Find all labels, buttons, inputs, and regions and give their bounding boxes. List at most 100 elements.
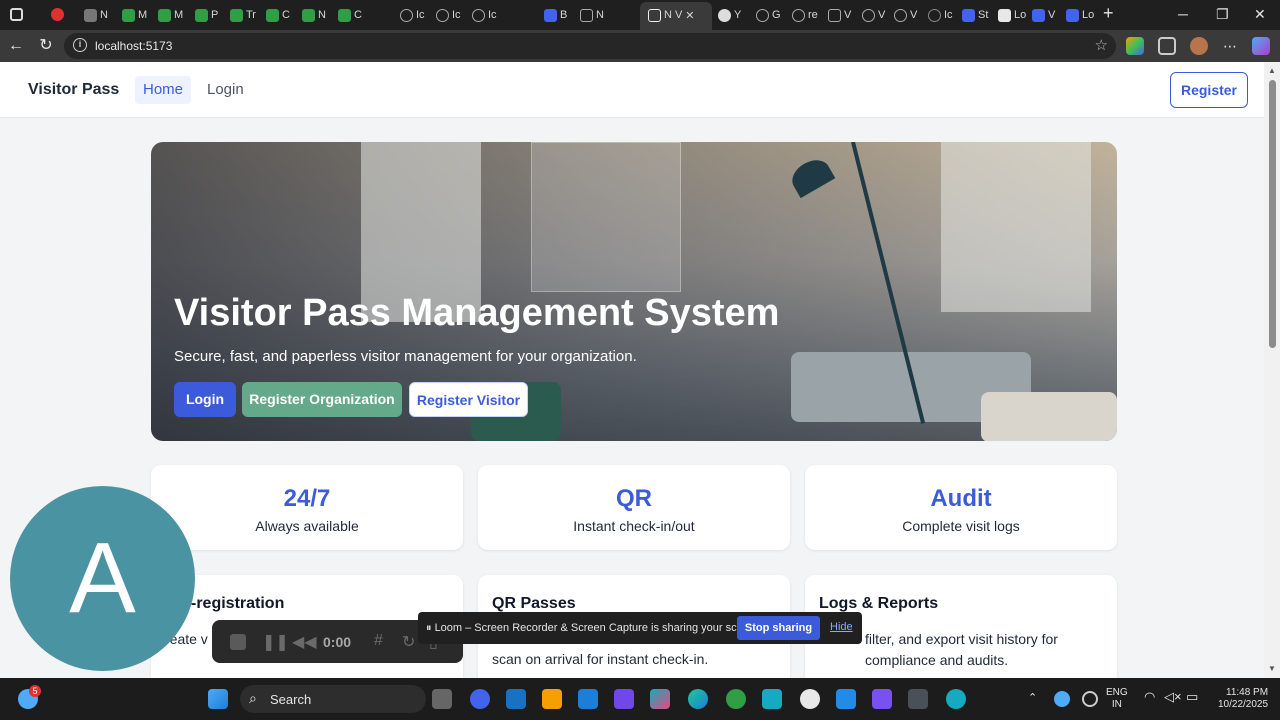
- profile-avatar[interactable]: [1190, 37, 1208, 55]
- back-icon[interactable]: ←: [6, 36, 26, 56]
- tab-label: V: [674, 9, 683, 21]
- restart-icon[interactable]: ↻: [402, 632, 415, 652]
- app-icon[interactable]: [506, 689, 526, 709]
- tab-10[interactable]: Ic: [436, 5, 461, 25]
- vscode-icon[interactable]: [836, 689, 856, 709]
- register-visitor-button[interactable]: Register Visitor: [409, 382, 528, 417]
- menu-dots-icon[interactable]: ⋯: [1220, 36, 1240, 56]
- volume-icon[interactable]: ◁×: [1164, 690, 1182, 703]
- task-view-icon[interactable]: [432, 689, 452, 709]
- tab-1[interactable]: N: [84, 5, 108, 25]
- app-icon[interactable]: [800, 689, 820, 709]
- browser-tab-strip: N M M P Tr C N C Ic Ic Ic B N N V ✕ Y G re…: [0, 0, 1280, 30]
- search-icon: ⌕: [249, 690, 257, 706]
- sidebar-toggle-icon[interactable]: [10, 8, 23, 21]
- tab-4[interactable]: P: [195, 5, 218, 25]
- teams-icon[interactable]: [614, 689, 634, 709]
- close-window-icon[interactable]: ✕: [1254, 6, 1266, 23]
- extensions-puzzle-icon[interactable]: [1158, 37, 1176, 55]
- share-message: ⏸ Loom – Screen Recorder & Screen Captur…: [426, 622, 762, 635]
- app-icon[interactable]: [872, 689, 892, 709]
- tab-20[interactable]: V: [828, 5, 851, 25]
- hero-shelf-shape: [981, 392, 1117, 441]
- minimize-icon[interactable]: ─: [1178, 6, 1188, 22]
- brand-logo[interactable]: Visitor Pass: [28, 81, 119, 99]
- store-icon[interactable]: [578, 689, 598, 709]
- taskbar-search[interactable]: ⌕ Search: [240, 685, 426, 713]
- tab-18[interactable]: G: [756, 5, 781, 25]
- restore-icon[interactable]: ❐: [1216, 6, 1229, 23]
- pause-icon[interactable]: ❚❚: [262, 632, 289, 652]
- start-icon[interactable]: [208, 689, 228, 709]
- hide-link[interactable]: Hide: [830, 621, 853, 633]
- tab-25[interactable]: Lo: [998, 5, 1026, 25]
- app-icon[interactable]: [946, 689, 966, 709]
- onedrive-icon[interactable]: [1054, 691, 1070, 707]
- wifi-icon[interactable]: ◠: [1144, 690, 1155, 703]
- tab-label: M: [174, 9, 184, 21]
- tab-9[interactable]: Ic: [400, 5, 425, 25]
- tab-label: Ic: [416, 9, 425, 21]
- tab-24[interactable]: St: [962, 5, 988, 25]
- battery-icon[interactable]: ▭: [1186, 690, 1198, 703]
- tab-2[interactable]: M: [122, 5, 147, 25]
- nav-home-link[interactable]: Home: [135, 76, 192, 104]
- tab-github[interactable]: Y: [718, 5, 741, 25]
- edge-icon[interactable]: [688, 689, 708, 709]
- register-button[interactable]: Register: [1170, 72, 1248, 108]
- tab-3[interactable]: M: [158, 5, 183, 25]
- tab-active[interactable]: N V ✕: [648, 5, 695, 25]
- scrollbar-thumb[interactable]: [1269, 80, 1276, 348]
- clock[interactable]: 11:48 PM 10/22/2025: [1218, 687, 1268, 711]
- tab-19[interactable]: re: [792, 5, 818, 25]
- reload-icon[interactable]: ↻: [36, 36, 56, 56]
- app-icon[interactable]: [470, 689, 490, 709]
- tab-11[interactable]: Ic: [472, 5, 497, 25]
- whatsapp-icon[interactable]: [726, 689, 746, 709]
- sync-icon[interactable]: [1082, 691, 1098, 707]
- rewind-icon[interactable]: ◀◀: [292, 632, 317, 652]
- tab-label: N: [100, 9, 108, 21]
- tab-5[interactable]: Tr: [230, 5, 256, 25]
- scroll-down-icon[interactable]: ▼: [1268, 664, 1276, 673]
- tab-22[interactable]: V: [894, 5, 917, 25]
- tab-27[interactable]: Lo: [1066, 5, 1094, 25]
- recording-tab-icon[interactable]: [51, 8, 64, 21]
- pause-icon: ⏸: [426, 622, 435, 634]
- file-explorer-icon[interactable]: [542, 689, 562, 709]
- page-scrollbar[interactable]: ▲ ▼: [1264, 62, 1280, 678]
- terminal-icon[interactable]: [908, 689, 928, 709]
- close-tab-icon[interactable]: ✕: [685, 9, 694, 22]
- tab-6[interactable]: C: [266, 5, 290, 25]
- address-bar[interactable]: i localhost:5173 ☆: [64, 33, 1116, 59]
- tab-12[interactable]: B: [544, 5, 567, 25]
- tab-26[interactable]: V: [1032, 5, 1055, 25]
- chevron-up-icon[interactable]: ⌃: [1028, 692, 1037, 704]
- register-organization-button[interactable]: Register Organization: [242, 382, 402, 417]
- browser-toolbar: ← ↻ i localhost:5173 ☆ ⋯: [0, 30, 1280, 62]
- tab-8[interactable]: C: [338, 5, 362, 25]
- app-icon[interactable]: [762, 689, 782, 709]
- screen-share-banner: ⏸ Loom – Screen Recorder & Screen Captur…: [418, 612, 862, 644]
- tab-21[interactable]: V: [862, 5, 885, 25]
- copilot-icon[interactable]: [1252, 37, 1270, 55]
- site-info-icon[interactable]: i: [73, 38, 87, 52]
- nav-login-link[interactable]: Login: [199, 76, 252, 104]
- tab-13[interactable]: N: [580, 5, 604, 25]
- copilot-icon[interactable]: [650, 689, 670, 709]
- tab-label: M: [138, 9, 148, 21]
- tab-label: St: [978, 9, 989, 21]
- stop-sharing-button[interactable]: Stop sharing: [737, 616, 820, 640]
- language-indicator[interactable]: ENG IN: [1106, 687, 1128, 711]
- hero-login-button[interactable]: Login: [174, 382, 236, 417]
- feature-title: QR Passes: [492, 595, 576, 612]
- scroll-up-icon[interactable]: ▲: [1268, 66, 1276, 75]
- notification-badge: 5: [29, 685, 41, 697]
- tab-7[interactable]: N: [302, 5, 326, 25]
- tab-23[interactable]: Ic: [928, 5, 953, 25]
- bookmark-star-icon[interactable]: ☆: [1095, 36, 1108, 54]
- stop-recording-button[interactable]: [230, 634, 246, 650]
- new-tab-button[interactable]: +: [1103, 3, 1114, 24]
- grid-icon[interactable]: #: [374, 632, 383, 650]
- extension-icon[interactable]: [1126, 37, 1144, 55]
